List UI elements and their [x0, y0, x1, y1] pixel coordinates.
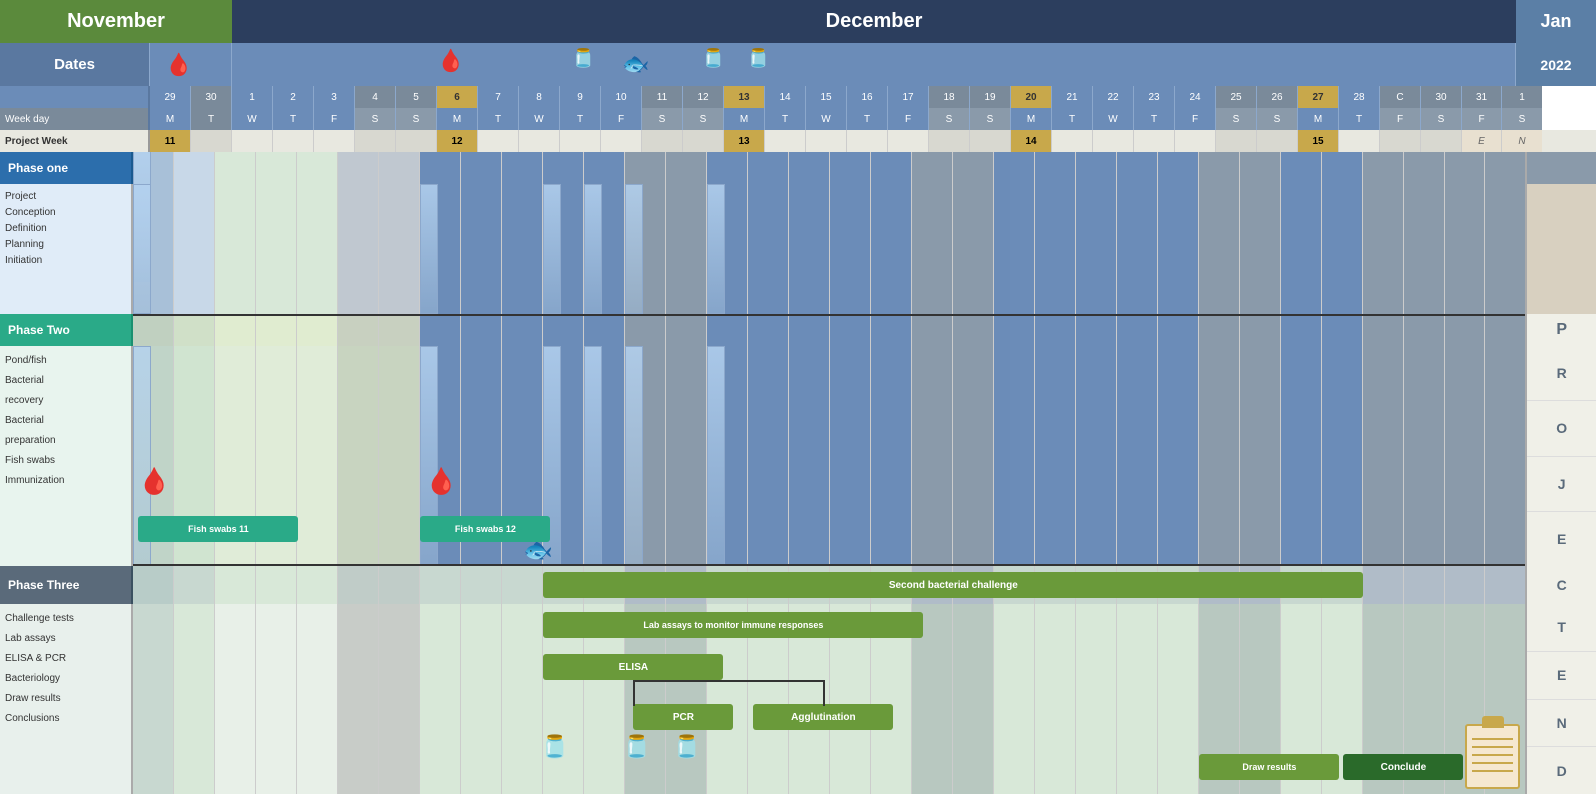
- end-letter-D: D: [1527, 747, 1596, 794]
- week-11: 11: [150, 130, 191, 152]
- washer-dec12: 🫙: [702, 48, 724, 69]
- week-14: 14: [1011, 130, 1052, 152]
- dec-dates-area: 🩸 🫙 🐟 🫙 🫙: [232, 43, 1516, 86]
- phase-three-activities: Challenge tests Lab assays ELISA & PCR B…: [0, 604, 1596, 794]
- end-letter-E: E: [1527, 652, 1596, 700]
- dates-row: Dates 🩸 🩸 🫙 🐟 🫙 🫙 2022: [0, 43, 1596, 86]
- day-numbers-row: 29 30 1 2 3 4 5 6 7 8 9 10 11 12 13 14 1…: [0, 86, 1596, 108]
- dates-label: Dates: [0, 43, 150, 86]
- blood-drop-dec6: 🩸: [437, 48, 464, 74]
- fish-dec10: 🐟: [622, 51, 649, 77]
- phase-two-activities: Pond/fish Bacterial recovery Bacterial p…: [0, 346, 1596, 566]
- end-letter-N: N: [1527, 700, 1596, 748]
- washer-dec9: 🫙: [572, 48, 594, 69]
- fish-swabs-11-bar: Fish swabs 11: [138, 516, 298, 542]
- project-letter-P: P: [1525, 314, 1596, 346]
- week-12: 12: [437, 130, 478, 152]
- gantt-chart: November December Jan Dates 🩸 🩸: [0, 0, 1596, 794]
- lab-assays-bar: Lab assays to monitor immune responses: [543, 612, 923, 638]
- washer-phase3-dec13: 🫙: [673, 734, 700, 760]
- phase-one-header: Phase one: [0, 152, 1596, 184]
- second-bacterial-bar: Second bacterial challenge: [543, 572, 1363, 598]
- washer-dec13: 🫙: [747, 48, 769, 69]
- project-week-label: Project Week: [0, 130, 150, 152]
- weekday-row: Week day M T W T F S S M T W T F S S M T…: [0, 108, 1596, 130]
- elisa-bar: ELISA: [543, 654, 723, 680]
- week-13: 13: [724, 130, 765, 152]
- phase-three-header: Phase Three Second bacterial challenge: [0, 566, 1596, 604]
- blood-drop-phase2-dec6: 🩸: [425, 466, 457, 497]
- project-week-row: Project Week 11 12 13: [0, 130, 1596, 152]
- week-15: 15: [1298, 130, 1339, 152]
- clipboard-icon: [1465, 724, 1520, 789]
- week-N: N: [1502, 130, 1542, 152]
- blood-drop-phase2-nov: 🩸: [138, 466, 170, 497]
- nov-29-30-cell: 🩸: [150, 43, 232, 86]
- phase-one-activities: Project Conception Definition Planning I…: [0, 184, 1596, 314]
- pcr-bar: PCR: [633, 704, 733, 730]
- year-cell: 2022: [1516, 43, 1596, 86]
- project-letter-C: C: [1525, 566, 1596, 604]
- blood-drop-nov29: 🩸: [165, 52, 192, 78]
- agglutination-bar: Agglutination: [753, 704, 893, 730]
- phase-two-header: Phase Two: [0, 314, 1596, 346]
- week-E: E: [1462, 130, 1502, 152]
- month-january: Jan: [1516, 0, 1596, 43]
- fish-swabs-12-bar: Fish swabs 12: [420, 516, 550, 542]
- washer-phase3-dec9: 🫙: [541, 734, 568, 760]
- month-november: November: [0, 0, 232, 43]
- month-december: December: [232, 0, 1516, 43]
- draw-results-bar: Draw results: [1199, 754, 1339, 780]
- conclude-bar: Conclude: [1343, 754, 1463, 780]
- weekday-label: Week day: [0, 108, 150, 130]
- washer-phase3-dec12: 🫙: [623, 734, 650, 760]
